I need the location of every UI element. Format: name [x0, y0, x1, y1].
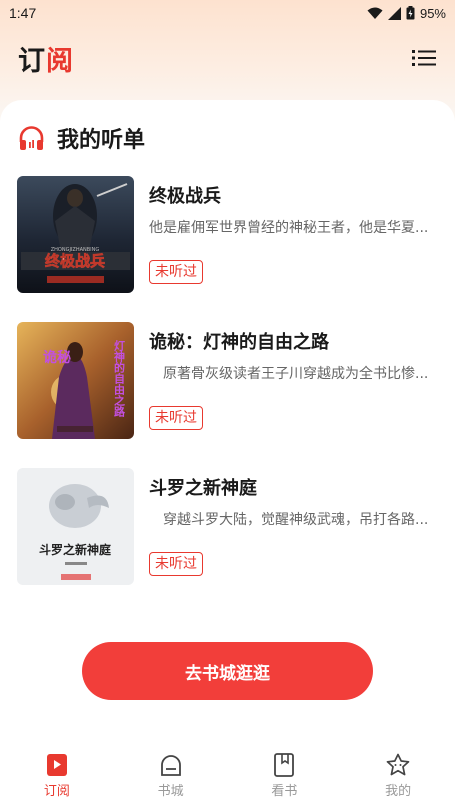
status-time: 1:47 [9, 5, 37, 21]
book-description: 原著骨灰级读者王子川穿越成为全书比惨... [149, 366, 429, 382]
book-info: 终极战兵 他是雇佣军世界曾经的神秘王者，他是华夏... 未听过 [149, 176, 438, 322]
cover-title-text: 斗罗之新神庭 [39, 542, 111, 557]
go-to-bookstore-button[interactable]: 去书城逛逛 [82, 642, 373, 700]
cover-subtitle-text: 灯神的自由之路 [113, 339, 126, 418]
book-icon [274, 753, 295, 777]
book-cover[interactable]: 终极战兵 ZHONGJIZHANBING [17, 176, 134, 293]
status-badge: 未听过 [149, 260, 203, 284]
book-cover[interactable]: 斗罗之新神庭 [17, 468, 134, 585]
page-title: 订阅 [18, 39, 74, 78]
tab-subscribe[interactable]: 订阅 [0, 745, 114, 809]
book-description: 他是雇佣军世界曾经的神秘王者，他是华夏... [149, 220, 429, 236]
cover-subtitle-text: ZHONGJIZHANBING [51, 247, 100, 253]
status-badge: 未听过 [149, 552, 203, 576]
book-cover[interactable]: 诡秘 灯神的自由之路 [17, 322, 134, 439]
bookmark-icon [46, 754, 67, 776]
tab-reading[interactable]: 看书 [228, 745, 342, 809]
content-card: 我的听单 终极战兵 ZHONGJIZHANBING 终极战兵 他是雇佣军世界曾经… [0, 100, 455, 809]
status-bar: 1:47 95% [0, 0, 455, 26]
tab-label: 书城 [157, 784, 184, 799]
cover-title-text: 终极战兵 [45, 252, 105, 270]
section-header: 我的听单 [18, 122, 145, 154]
list-item[interactable]: 斗罗之新神庭 斗罗之新神庭 穿越斗罗大陆，觉醒神级武魂，吊打各路... 未听过 [17, 468, 438, 614]
tab-label: 看书 [271, 784, 298, 799]
wifi-icon [367, 7, 383, 19]
book-info: 斗罗之新神庭 穿越斗罗大陆，觉醒神级武魂，吊打各路... 未听过 [149, 468, 438, 614]
book-description: 穿越斗罗大陆，觉醒神级武魂，吊打各路... [149, 512, 429, 528]
status-badge: 未听过 [149, 406, 203, 430]
list-menu-icon [412, 50, 436, 66]
page-title-part2: 阅 [46, 45, 74, 77]
tab-bookstore[interactable]: 书城 [114, 745, 228, 809]
book-title[interactable]: 诡秘：灯神的自由之路 [149, 328, 438, 354]
section-title: 我的听单 [57, 128, 146, 153]
app-header: 订阅 [18, 38, 437, 78]
page-title-part1: 订 [18, 45, 46, 77]
tab-label: 我的 [385, 784, 412, 799]
battery-percent: 95% [419, 5, 446, 21]
headphones-icon [19, 126, 44, 150]
profile-star-icon [386, 753, 410, 776]
store-icon [160, 755, 181, 776]
list-menu-button[interactable] [411, 45, 437, 71]
book-title[interactable]: 斗罗之新神庭 [149, 474, 438, 500]
signal-icon [387, 6, 401, 20]
list-item[interactable]: 诡秘 灯神的自由之路 诡秘：灯神的自由之路 原著骨灰级读者王子川穿越成为全书比惨… [17, 322, 438, 468]
book-list: 终极战兵 ZHONGJIZHANBING 终极战兵 他是雇佣军世界曾经的神秘王者… [17, 176, 438, 614]
book-title[interactable]: 终极战兵 [149, 182, 438, 208]
battery-icon [406, 6, 415, 20]
bottom-nav: 订阅 书城 看书 我的 [0, 745, 455, 809]
tab-label: 订阅 [43, 784, 70, 799]
tab-profile[interactable]: 我的 [341, 745, 455, 809]
list-item[interactable]: 终极战兵 ZHONGJIZHANBING 终极战兵 他是雇佣军世界曾经的神秘王者… [17, 176, 438, 322]
cover-title-text: 诡秘 [43, 349, 71, 366]
status-icons: 95% [367, 6, 446, 21]
book-info: 诡秘：灯神的自由之路 原著骨灰级读者王子川穿越成为全书比惨... 未听过 [149, 322, 438, 468]
